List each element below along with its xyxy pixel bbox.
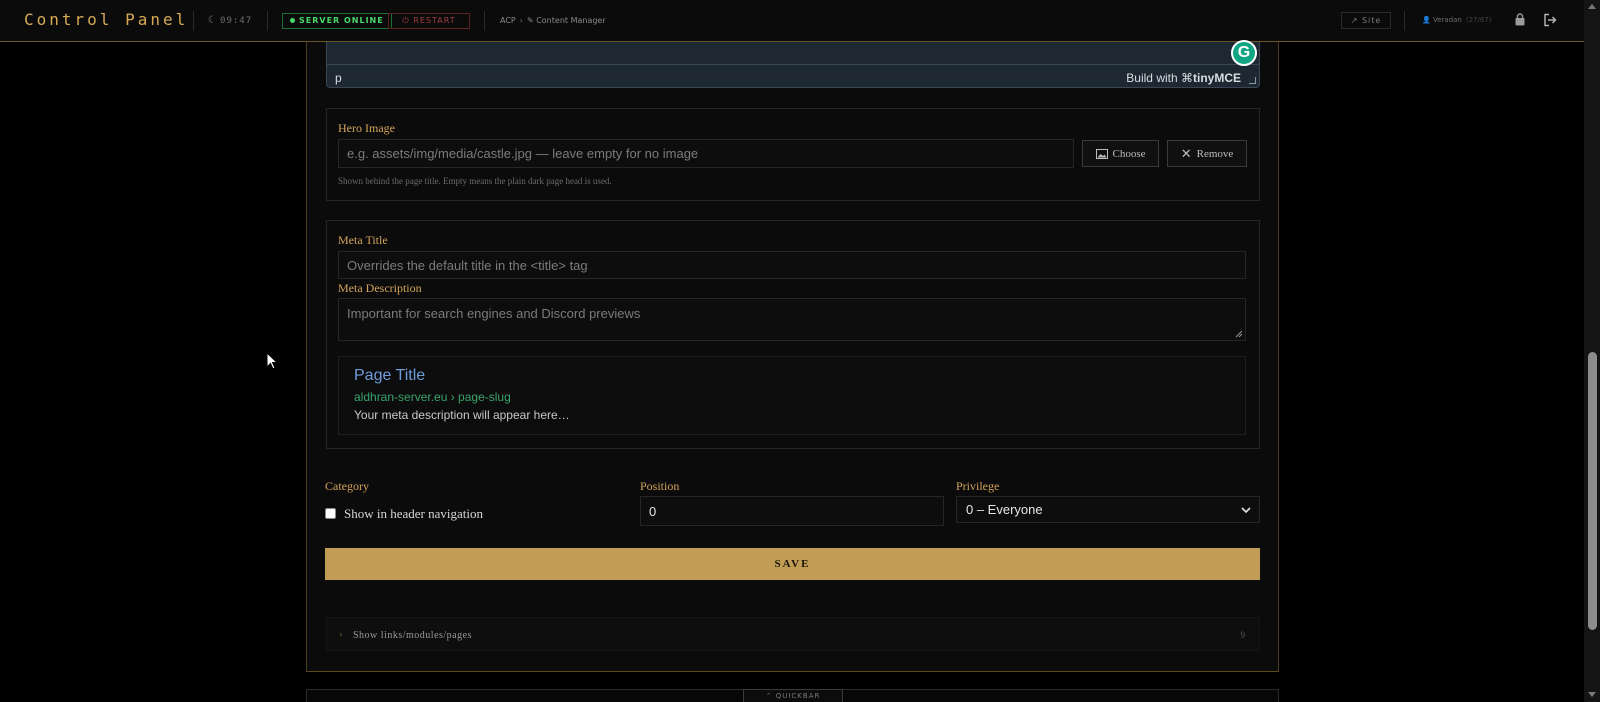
server-status-badge: SERVER ONLINE: [282, 13, 392, 29]
logout-icon[interactable]: [1543, 13, 1557, 27]
clock-time: 09:47: [220, 16, 253, 26]
privilege-value: 0 – Everyone: [966, 502, 1043, 517]
divider: [267, 11, 268, 31]
choose-label: Choose: [1112, 147, 1146, 160]
preview-title: Page Title: [354, 367, 426, 384]
show-in-nav-label[interactable]: Show in header navigation: [344, 506, 483, 522]
scroll-up-arrow-icon[interactable]: [1588, 4, 1596, 9]
mouse-cursor-icon: [266, 352, 278, 370]
preview-description: Your meta description will appear here…: [354, 408, 570, 422]
remove-image-button[interactable]: ✕ Remove: [1167, 140, 1247, 167]
meta-title-input[interactable]: Overrides the default title in the <titl…: [338, 251, 1246, 279]
textarea-resize-icon[interactable]: [1235, 330, 1243, 338]
editor-element-path[interactable]: p: [335, 71, 342, 85]
restart-button[interactable]: ⏻ RESTART: [388, 13, 470, 29]
remove-label: Remove: [1196, 147, 1234, 160]
chevron-right-icon: ›: [339, 628, 343, 640]
tinymce-brand: tinyMCE: [1193, 71, 1241, 85]
editor-resize-handle[interactable]: [1249, 77, 1256, 84]
user-info[interactable]: 👤 Veradan (27/67): [1422, 16, 1491, 24]
restart-label: RESTART: [413, 16, 456, 25]
accordion-label: Show links/modules/pages: [353, 630, 472, 641]
external-link-icon: ↗: [1350, 16, 1362, 25]
hero-image-input[interactable]: e.g. assets/img/media/castle.jpg — leave…: [338, 139, 1074, 168]
links-modules-pages-toggle[interactable]: › Show links/modules/pages 9: [326, 617, 1260, 651]
quickbar-label: QUICKBAR: [775, 692, 821, 700]
power-icon: ⏻: [402, 16, 414, 25]
username: Veradan: [1432, 16, 1462, 24]
breadcrumb-separator: ›: [519, 16, 523, 25]
divider: [484, 11, 485, 31]
user-extra: (27/67): [1465, 16, 1492, 24]
edit-icon: ✎: [526, 16, 537, 25]
save-button[interactable]: SAVE: [325, 548, 1260, 580]
divider: [1404, 11, 1405, 31]
meta-description-label: Meta Description: [338, 281, 422, 295]
chevron-down-icon: [1241, 507, 1251, 514]
position-label: Position: [640, 479, 680, 493]
editor-branding[interactable]: Build with ⌘tinyMCE: [1126, 71, 1241, 85]
server-status-text: SERVER ONLINE: [299, 16, 384, 25]
editor-statusbar-divider: [327, 64, 1259, 65]
meta-description-textarea[interactable]: Important for search engines and Discord…: [338, 298, 1246, 341]
preview-url: aldhran-server.eu › page-slug: [354, 390, 511, 404]
quickbar-toggle[interactable]: ⌃ QUICKBAR: [743, 689, 843, 702]
clock: ☾ 09:47: [208, 15, 252, 26]
grammarly-icon[interactable]: G: [1231, 40, 1257, 66]
moon-icon: ☾: [208, 15, 216, 26]
position-input[interactable]: 0: [640, 496, 944, 526]
hero-image-hint: Shown behind the page title. Empty means…: [338, 176, 612, 186]
chevron-up-icon: ⌃: [765, 692, 776, 700]
choose-image-button[interactable]: Choose: [1082, 140, 1159, 167]
breadcrumb-root[interactable]: ACP: [500, 16, 516, 25]
privilege-select[interactable]: 0 – Everyone: [956, 496, 1260, 523]
show-in-nav-checkbox[interactable]: [325, 508, 336, 519]
search-preview: Page Title aldhran-server.eu › page-slug…: [338, 356, 1246, 435]
status-dot-icon: [290, 18, 295, 23]
brand-title[interactable]: Control Panel: [24, 10, 188, 29]
scroll-down-arrow-icon[interactable]: [1588, 692, 1596, 697]
breadcrumb: ACP › ✎ Content Manager: [500, 16, 606, 25]
rich-text-editor[interactable]: p Build with ⌘tinyMCE: [326, 42, 1260, 88]
user-icon: 👤: [1422, 16, 1433, 24]
close-icon: ✕: [1180, 145, 1192, 161]
breadcrumb-current: Content Manager: [536, 16, 606, 25]
built-with-text: Build with: [1126, 71, 1178, 85]
hero-image-label: Hero Image: [338, 121, 395, 135]
image-icon: [1095, 148, 1108, 159]
divider: [193, 11, 194, 31]
scrollbar-thumb[interactable]: [1588, 352, 1597, 630]
site-label: Site: [1361, 16, 1382, 25]
lock-icon[interactable]: [1515, 13, 1525, 26]
site-button[interactable]: ↗ Site: [1341, 12, 1391, 29]
category-label: Category: [325, 479, 369, 493]
privilege-label: Privilege: [956, 479, 1000, 493]
accordion-count: 9: [1240, 630, 1246, 640]
meta-title-label: Meta Title: [338, 233, 388, 247]
top-bar: Control Panel ☾ 09:47 SERVER ONLINE ⏻ RES…: [0, 0, 1584, 42]
tinymce-logo-icon: ⌘: [1181, 71, 1193, 85]
